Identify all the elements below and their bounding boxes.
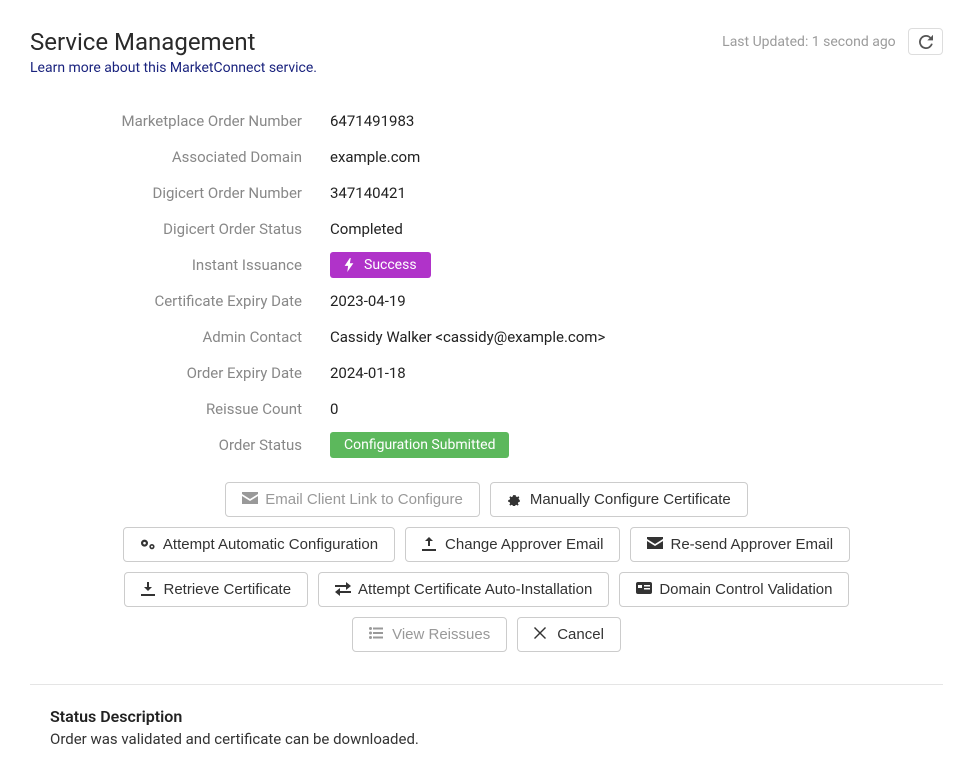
- refresh-icon: [919, 35, 932, 48]
- status-description: Status Description Order was validated a…: [30, 707, 943, 748]
- close-icon: [534, 627, 549, 642]
- value-reissue-count: 0: [330, 400, 338, 418]
- resend-approver-label: Re-send Approver Email: [670, 536, 833, 553]
- bolt-icon: [344, 258, 358, 272]
- envelope-icon: [242, 492, 257, 507]
- email-client-button[interactable]: Email Client Link to Configure: [225, 482, 480, 517]
- label-digicert-order: Digicert Order Number: [30, 184, 330, 202]
- label-instant-issuance: Instant Issuance: [30, 256, 330, 274]
- last-updated-text: Last Updated: 1 second ago: [722, 34, 896, 50]
- status-heading: Status Description: [50, 707, 923, 726]
- dcv-label: Domain Control Validation: [659, 581, 832, 598]
- label-order-expiry: Order Expiry Date: [30, 364, 330, 382]
- header-left: Service Management Learn more about this…: [30, 28, 317, 76]
- value-digicert-order: 347140421: [330, 184, 406, 202]
- cancel-label: Cancel: [557, 626, 604, 643]
- label-reissue-count: Reissue Count: [30, 400, 330, 418]
- value-marketplace-order: 6471491983: [330, 112, 414, 130]
- label-marketplace-order: Marketplace Order Number: [30, 112, 330, 130]
- download-icon: [141, 582, 156, 597]
- value-order-expiry: 2024-01-18: [330, 364, 406, 382]
- label-admin-contact: Admin Contact: [30, 328, 330, 346]
- auto-config-label: Attempt Automatic Configuration: [163, 536, 378, 553]
- gears-icon: [140, 537, 155, 552]
- retrieve-cert-button[interactable]: Retrieve Certificate: [124, 572, 309, 607]
- order-status-badge: Configuration Submitted: [330, 432, 509, 458]
- label-digicert-status: Digicert Order Status: [30, 220, 330, 238]
- auto-install-button[interactable]: Attempt Certificate Auto-Installation: [318, 572, 609, 607]
- value-cert-expiry: 2023-04-19: [330, 292, 406, 310]
- header-right: Last Updated: 1 second ago: [722, 28, 943, 55]
- page-title: Service Management: [30, 28, 317, 56]
- auto-config-button[interactable]: Attempt Automatic Configuration: [123, 527, 395, 562]
- gear-icon: [507, 492, 522, 507]
- actions-row: Email Client Link to Configure Manually …: [30, 482, 943, 652]
- cancel-button[interactable]: Cancel: [517, 617, 621, 652]
- envelope-icon: [647, 537, 662, 552]
- manual-config-label: Manually Configure Certificate: [530, 491, 731, 508]
- email-client-label: Email Client Link to Configure: [265, 491, 463, 508]
- dcv-button[interactable]: Domain Control Validation: [619, 572, 849, 607]
- label-cert-expiry: Certificate Expiry Date: [30, 292, 330, 310]
- order-status-badge-text: Configuration Submitted: [344, 437, 495, 453]
- learn-more-link[interactable]: Learn more about this MarketConnect serv…: [30, 60, 317, 76]
- value-associated-domain: example.com: [330, 148, 420, 166]
- upload-icon: [422, 537, 437, 552]
- status-body: Order was validated and certificate can …: [50, 730, 923, 748]
- value-digicert-status: Completed: [330, 220, 403, 238]
- list-icon: [369, 627, 384, 642]
- view-reissues-label: View Reissues: [392, 626, 490, 643]
- manual-config-button[interactable]: Manually Configure Certificate: [490, 482, 748, 517]
- auto-install-label: Attempt Certificate Auto-Installation: [358, 581, 592, 598]
- change-approver-button[interactable]: Change Approver Email: [405, 527, 620, 562]
- exchange-icon: [335, 582, 350, 597]
- view-reissues-button[interactable]: View Reissues: [352, 617, 507, 652]
- refresh-button[interactable]: [908, 28, 943, 55]
- label-order-status: Order Status: [30, 436, 330, 454]
- change-approver-label: Change Approver Email: [445, 536, 603, 553]
- instant-issuance-badge: Success: [330, 252, 431, 278]
- value-admin-contact: Cassidy Walker <cassidy@example.com>: [330, 328, 605, 346]
- label-associated-domain: Associated Domain: [30, 148, 330, 166]
- divider: [30, 684, 943, 685]
- resend-approver-button[interactable]: Re-send Approver Email: [630, 527, 850, 562]
- instant-issuance-badge-text: Success: [364, 257, 417, 273]
- details-section: Marketplace Order Number 6471491983 Asso…: [30, 108, 943, 458]
- id-card-icon: [636, 582, 651, 597]
- retrieve-cert-label: Retrieve Certificate: [164, 581, 292, 598]
